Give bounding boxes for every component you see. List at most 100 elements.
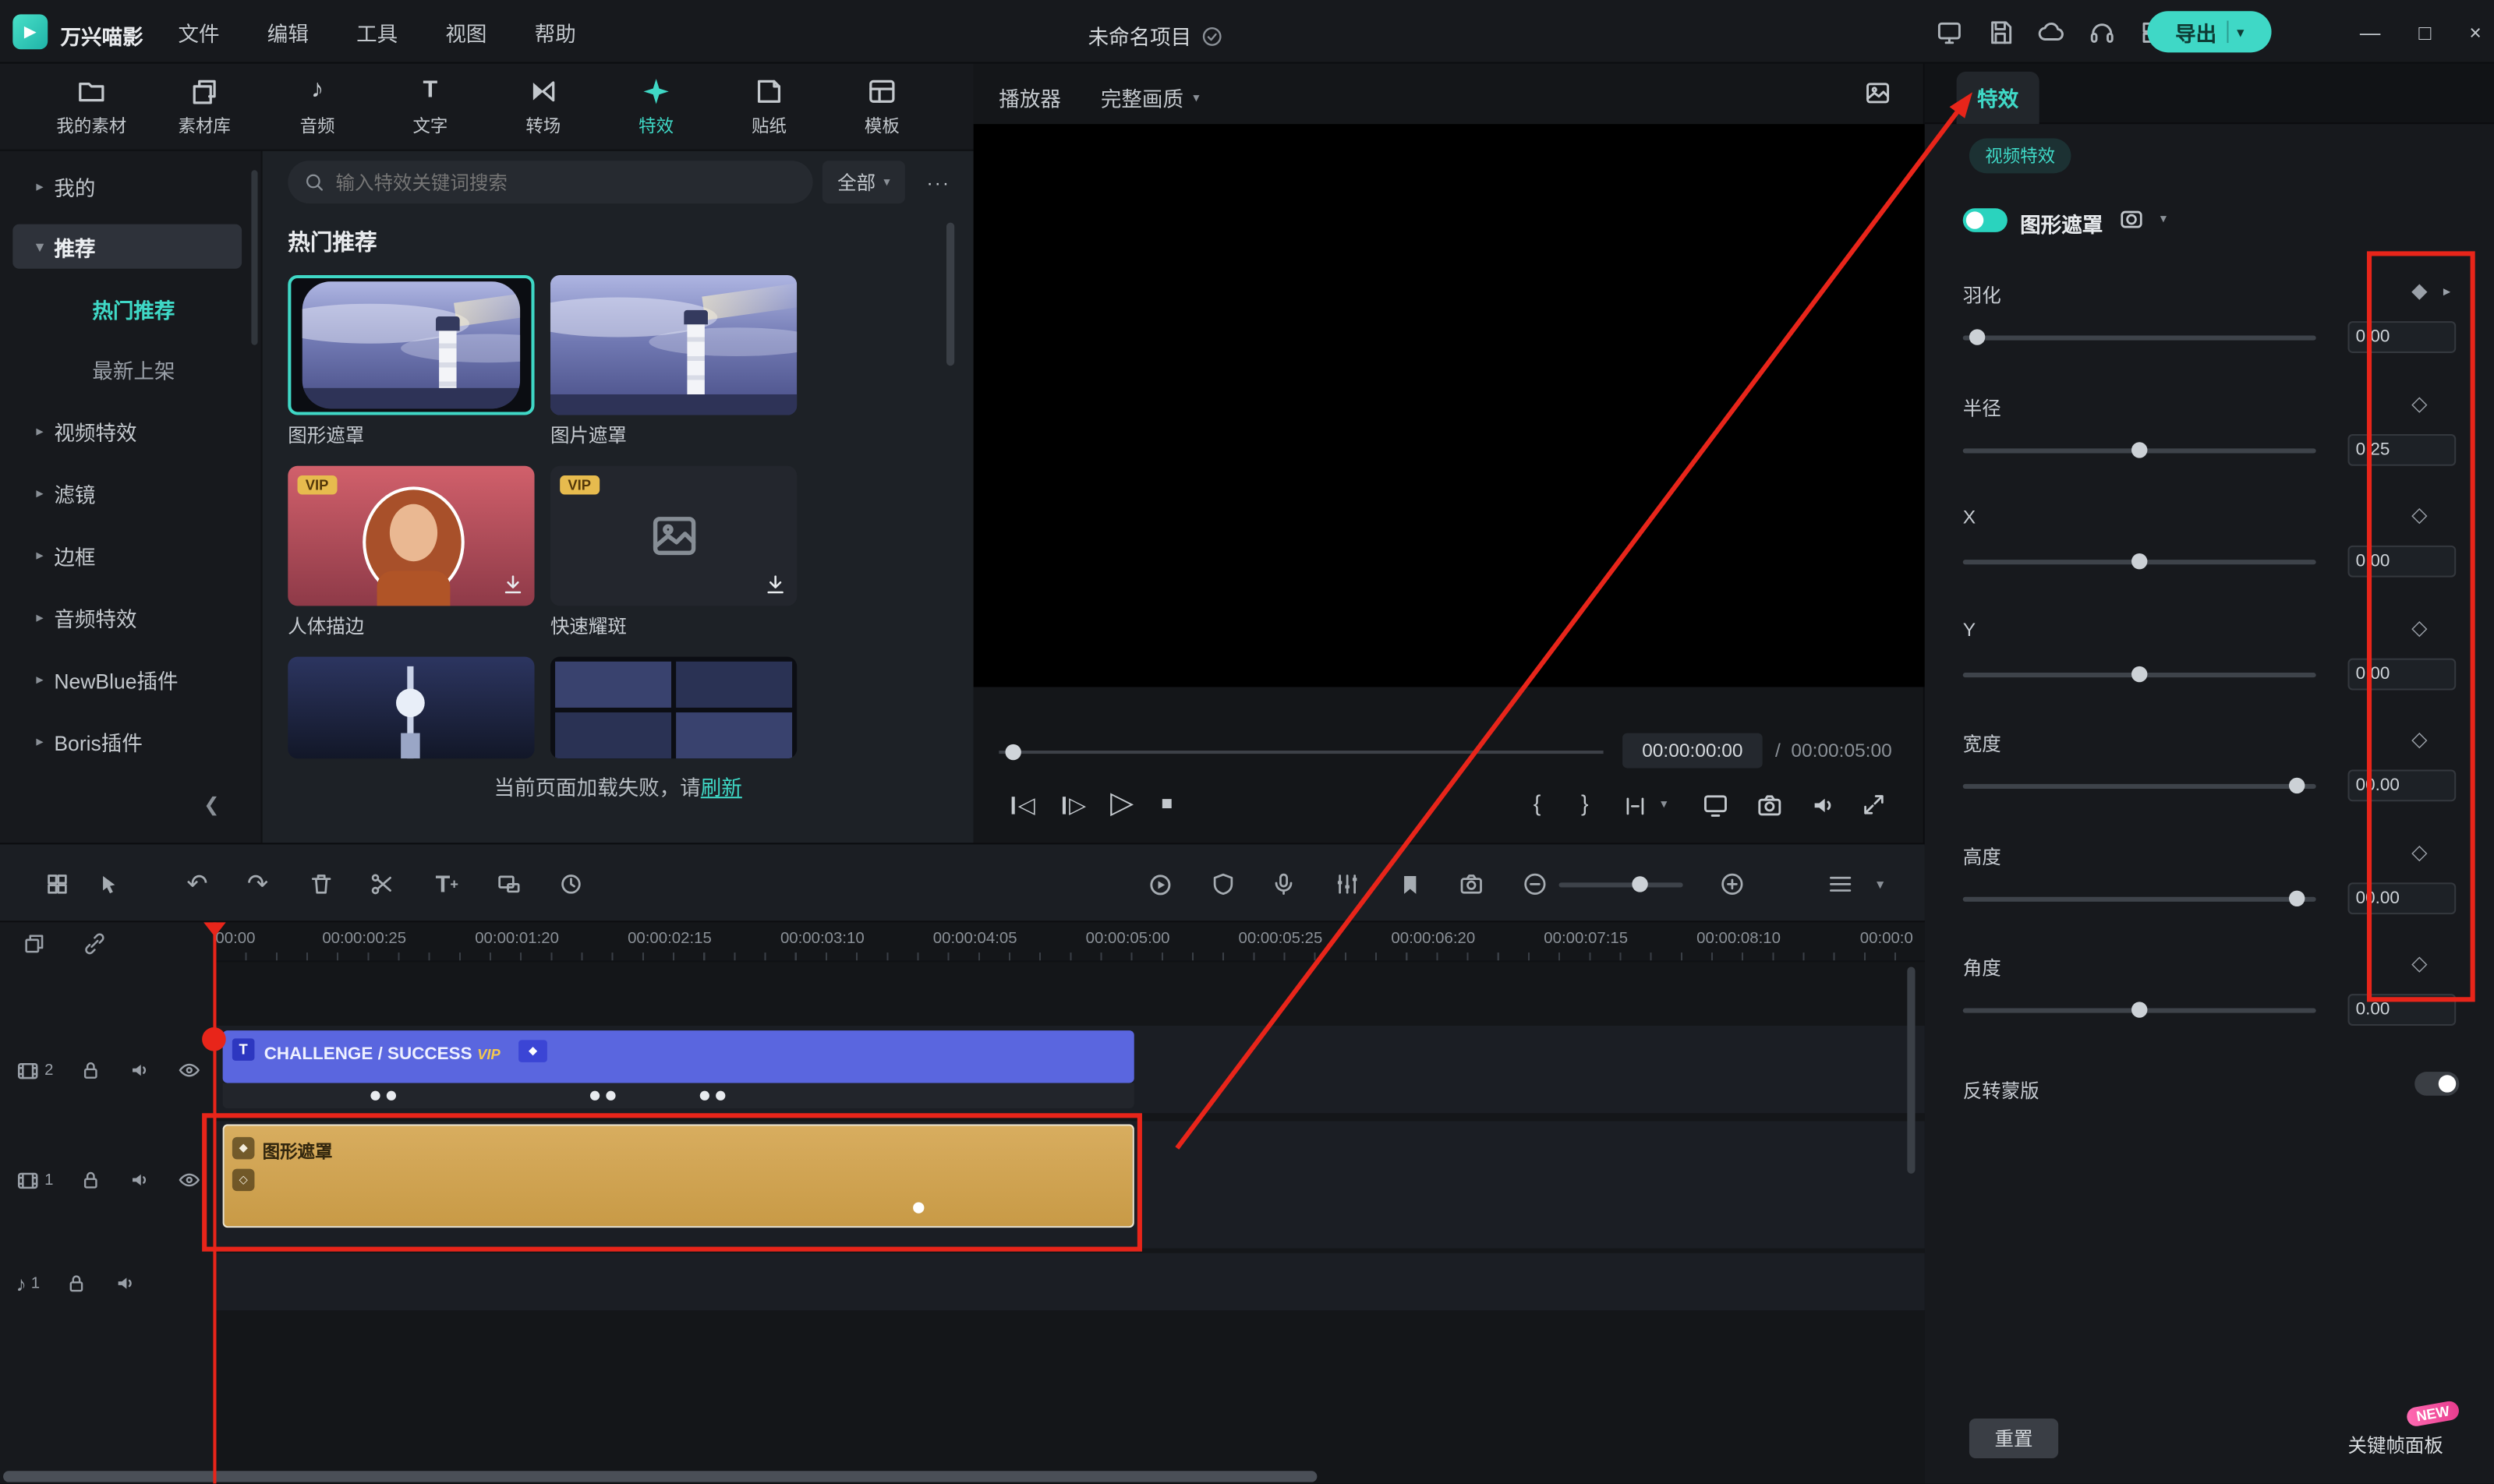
zoom-out-icon[interactable] <box>1521 870 1550 899</box>
zoom-in-icon[interactable] <box>1718 870 1747 899</box>
chevron-down-icon[interactable]: ▾ <box>2160 211 2167 225</box>
seek-bar[interactable] <box>999 751 1604 754</box>
export-frame-icon[interactable] <box>1457 870 1486 899</box>
stop-button[interactable]: ■ <box>1161 792 1173 814</box>
effect-enable-toggle[interactable] <box>1962 208 2008 232</box>
add-track-icon[interactable] <box>23 932 47 956</box>
zoom-slider-handle[interactable] <box>1632 876 1648 892</box>
current-timecode[interactable]: 00:00:00:00 <box>1622 733 1763 768</box>
text-clip[interactable]: T CHALLENGE / SUCCESS VIP ◆ <box>222 1030 1134 1083</box>
invert-mask-toggle[interactable] <box>2414 1072 2460 1096</box>
effect-card-image-mask[interactable] <box>550 274 798 415</box>
timeline-zoom-slider[interactable] <box>1558 882 1683 888</box>
mask-shape-icon[interactable] <box>2119 207 2145 232</box>
playhead-line[interactable] <box>213 922 217 1484</box>
speed-clock-icon[interactable] <box>557 870 585 899</box>
tab-stock-library[interactable]: 素材库 <box>148 64 261 150</box>
menu-file[interactable]: 文件 <box>179 16 220 47</box>
width-slider[interactable] <box>1962 783 2316 789</box>
split-scissors-icon[interactable] <box>367 870 396 899</box>
shield-icon[interactable] <box>1209 870 1238 899</box>
effect-card-partial-tower[interactable] <box>288 656 535 759</box>
keyframe-expand-icon[interactable]: ▸ <box>2443 283 2450 300</box>
keyframe-dot[interactable] <box>699 1090 709 1101</box>
y-value[interactable]: 0.00 <box>2347 658 2457 691</box>
keyframe-dot[interactable] <box>716 1090 726 1101</box>
slider-handle[interactable] <box>2131 666 2148 683</box>
layout-grid-icon[interactable] <box>43 870 72 899</box>
pip-icon[interactable] <box>495 870 524 899</box>
keyframe-dot[interactable] <box>386 1090 397 1101</box>
tab-audio[interactable]: ♪ 音频 <box>261 64 374 150</box>
visibility-eye-icon[interactable] <box>178 1058 202 1083</box>
lock-icon[interactable] <box>65 1271 90 1295</box>
slider-handle[interactable] <box>2288 777 2305 794</box>
nav-item-audio-effects[interactable]: ▸ 音频特效 <box>12 595 242 639</box>
add-text-icon[interactable]: T + <box>433 870 462 899</box>
slider-handle[interactable] <box>1969 329 1986 345</box>
nav-item-video-effects[interactable]: ▸ 视频特效 <box>12 408 242 453</box>
mask-effect-clip[interactable]: ◆ 图形遮罩 ◇ <box>222 1124 1134 1228</box>
export-dropdown-caret[interactable]: ▾ <box>2238 25 2244 39</box>
radius-value[interactable]: 0.25 <box>2347 434 2457 466</box>
effect-card-partial-frames[interactable] <box>550 656 798 759</box>
keyframe-diamond-icon[interactable]: ◇ <box>2411 951 2427 977</box>
collapse-panel-button[interactable]: ❮ <box>203 793 220 816</box>
angle-value[interactable]: 0.00 <box>2347 994 2457 1026</box>
category-chip[interactable]: 视频特效 <box>1969 138 2071 174</box>
height-value[interactable]: 00.00 <box>2347 882 2457 915</box>
filter-all-dropdown[interactable]: 全部 ▾ <box>822 161 905 204</box>
lock-icon[interactable] <box>79 1058 103 1083</box>
width-value[interactable]: 00.00 <box>2347 769 2457 802</box>
nav-scrollbar[interactable] <box>251 170 258 345</box>
feather-value[interactable]: 0.00 <box>2347 321 2457 353</box>
video-preview[interactable] <box>973 124 1925 687</box>
display-switch-icon[interactable] <box>1936 18 1963 45</box>
save-icon[interactable] <box>1986 18 2014 45</box>
keyframe-dot[interactable] <box>589 1090 600 1101</box>
chevron-down-icon[interactable]: ▾ <box>1661 797 1667 811</box>
chevron-down-icon[interactable]: ▾ <box>1866 870 1894 899</box>
track-manager-icon[interactable] <box>1826 870 1855 899</box>
track-audio-1[interactable] <box>214 1253 1925 1311</box>
height-slider[interactable] <box>1962 896 2316 902</box>
snapshot-camera-icon[interactable] <box>1756 792 1783 819</box>
slider-handle[interactable] <box>2288 890 2305 906</box>
audio-mixer-icon[interactable] <box>1333 870 1362 899</box>
clip-keyframe-dot[interactable] <box>913 1202 925 1214</box>
quality-dropdown[interactable]: 完整画质 ▾ <box>1101 83 1200 113</box>
mark-in-button[interactable]: { <box>1534 790 1541 816</box>
select-cursor-icon[interactable] <box>94 870 122 899</box>
reset-button[interactable]: 重置 <box>1969 1418 2059 1458</box>
tab-transitions[interactable]: 转场 <box>486 64 600 150</box>
effects-search[interactable] <box>288 161 813 204</box>
export-button[interactable]: 导出 ▾ <box>2147 11 2272 53</box>
link-clips-icon[interactable] <box>83 932 107 956</box>
keyframe-panel-label[interactable]: 关键帧面板 <box>2347 1431 2443 1458</box>
nav-item-boris[interactable]: ▸ Boris插件 <box>12 719 242 763</box>
playhead-handle[interactable] <box>203 922 226 937</box>
nav-item-mine[interactable]: ▸ 我的 <box>12 164 242 208</box>
keyframe-diamond-icon[interactable]: ◇ <box>2411 726 2427 752</box>
mark-out-button[interactable]: } <box>1581 790 1589 816</box>
tab-effects[interactable]: 特效 <box>600 64 713 150</box>
redo-icon[interactable]: ↷ <box>243 870 272 899</box>
download-icon[interactable] <box>501 573 525 597</box>
slider-handle[interactable] <box>2131 442 2148 458</box>
delete-icon[interactable] <box>307 870 336 899</box>
cloud-icon[interactable] <box>2038 18 2065 45</box>
nav-item-borders[interactable]: ▸ 边框 <box>12 533 242 578</box>
lock-icon[interactable] <box>79 1168 103 1192</box>
slider-handle[interactable] <box>2131 1002 2148 1018</box>
dual-screen-icon[interactable] <box>1702 792 1729 819</box>
menu-tools[interactable]: 工具 <box>356 16 398 47</box>
menu-view[interactable]: 视图 <box>445 16 486 47</box>
tab-text[interactable]: T 文字 <box>373 64 486 150</box>
download-icon[interactable] <box>763 573 787 597</box>
gallery-icon[interactable] <box>1864 80 1891 107</box>
refresh-link[interactable]: 刷新 <box>701 776 742 800</box>
keyframe-diamond-icon[interactable]: ◆ <box>2411 278 2427 304</box>
seek-handle[interactable] <box>1005 744 1021 761</box>
menu-edit[interactable]: 编辑 <box>267 16 309 47</box>
effect-card-quick-flare[interactable]: VIP <box>550 465 798 606</box>
